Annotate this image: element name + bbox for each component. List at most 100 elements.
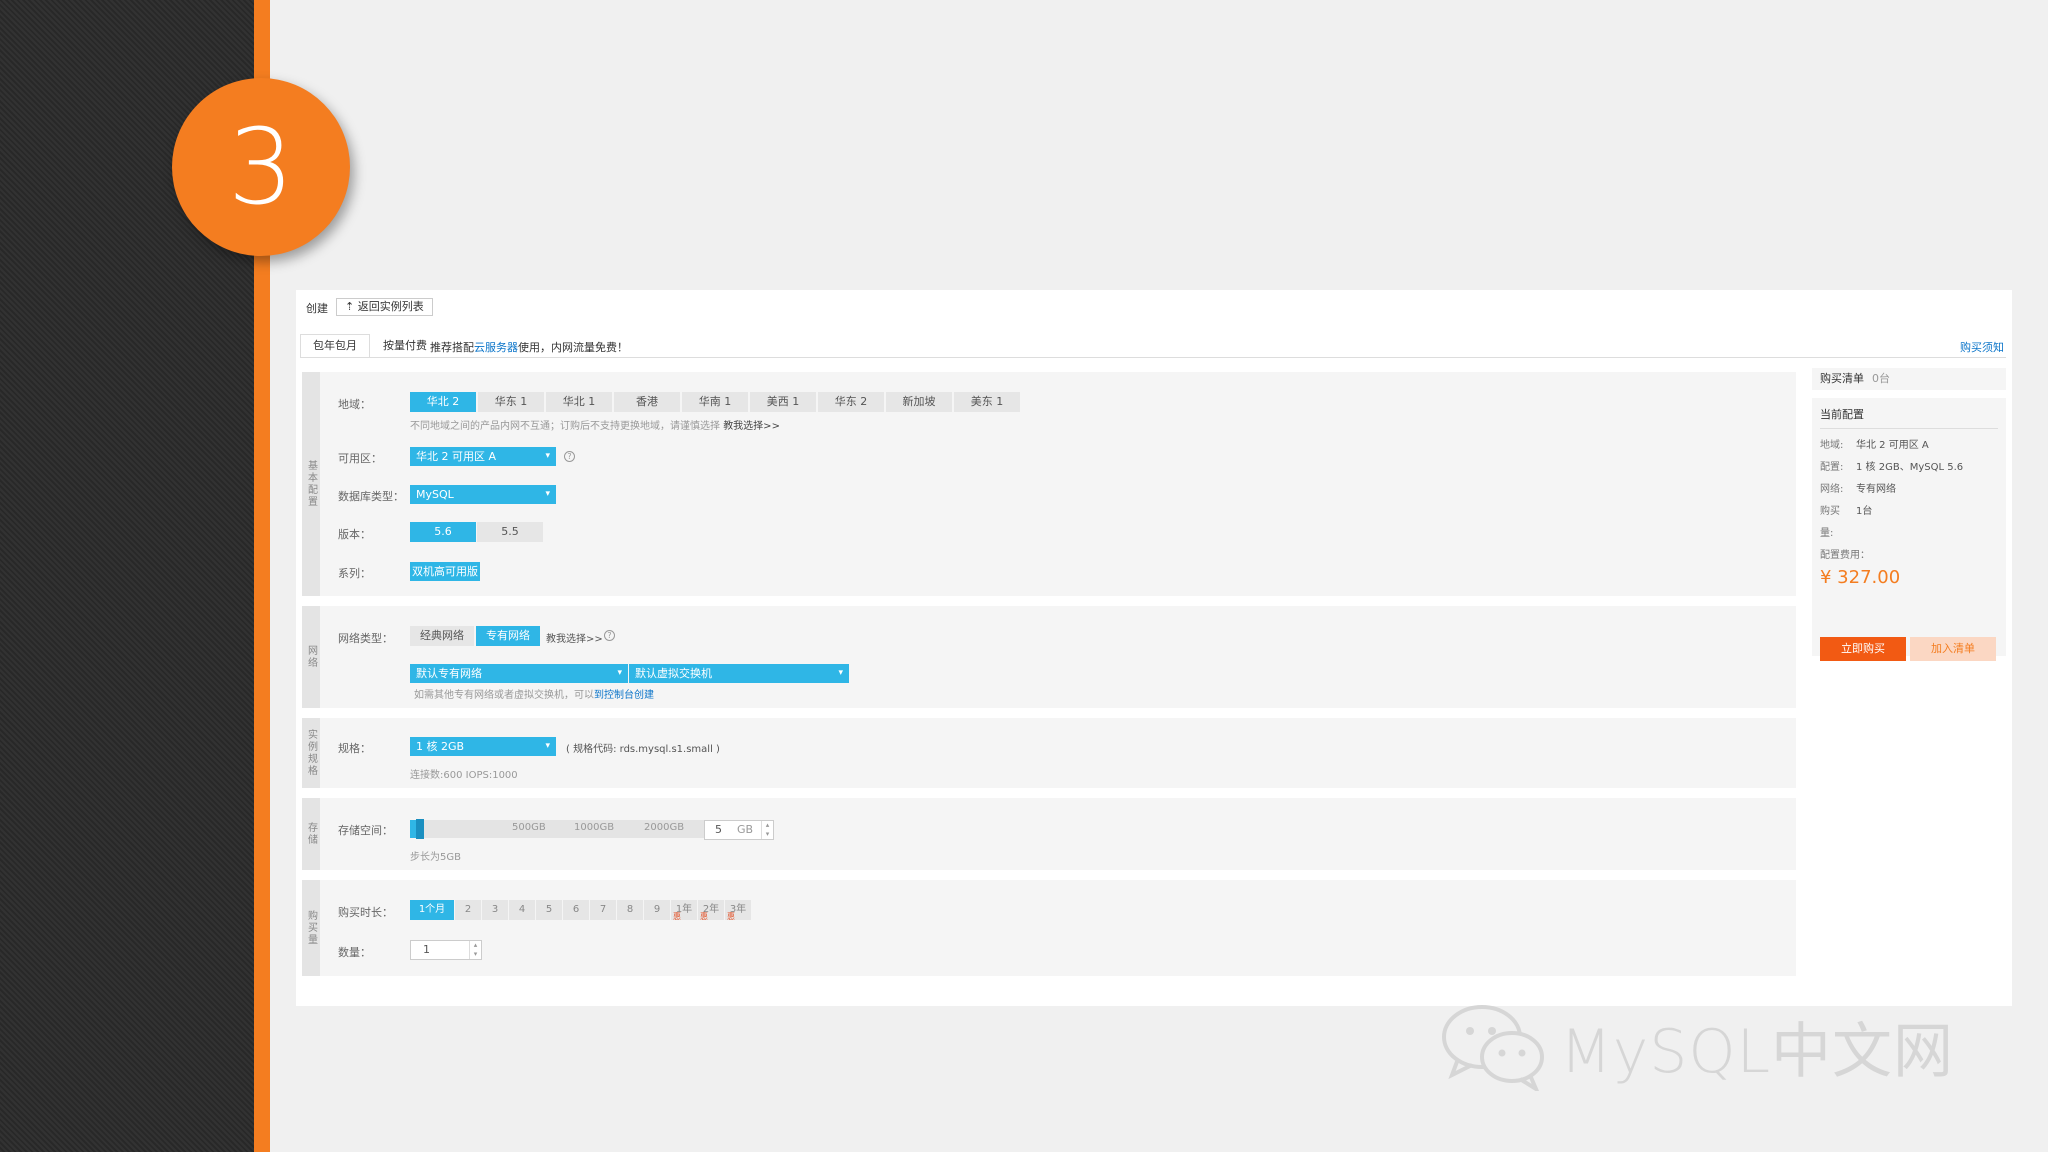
spec-detail: 连接数:600 IOPS:1000 — [410, 770, 518, 781]
zone-select[interactable]: 华北 2 可用区 A ▾ — [410, 447, 556, 466]
buy-now-button[interactable]: 立即购买 — [1820, 637, 1906, 661]
region-option[interactable]: 美东 1 — [954, 392, 1020, 412]
promo-prefix: 推荐搭配 — [430, 341, 474, 354]
section-network-bar: 网络 — [302, 606, 320, 708]
add-to-cart-button[interactable]: 加入清单 — [1910, 637, 1996, 661]
section-basic-bar: 基本配置 — [302, 372, 320, 596]
duration-option[interactable]: 1个月 — [410, 900, 454, 920]
series-label: 系列： — [338, 567, 371, 580]
back-to-list-label: 返回实例列表 — [357, 300, 424, 313]
console-create-link[interactable]: 到控制台创建 — [594, 690, 654, 701]
storage-input[interactable]: 5 GB ▴ ▾ — [704, 820, 774, 840]
section-purchase: 购买量 购买时长： 1个月 2 3 4 5 6 7 8 9 1年惠 2年惠 3年惠 数量： 1 ▴ ▾ — [302, 880, 1796, 976]
storage-value: 5 — [715, 823, 722, 836]
section-basic: 基本配置 地域： 华北 2 华东 1 华北 1 香港 华南 1 美西 1 华东 … — [302, 372, 1796, 596]
db-type-select[interactable]: MySQL ▾ — [410, 485, 556, 504]
config-value: 1 核 2GB、MySQL 5.6 — [1856, 462, 1964, 473]
region-option[interactable]: 华北 2 — [410, 392, 476, 412]
section-purchase-bar: 购买量 — [302, 880, 320, 976]
stepper-arrows-icon[interactable]: ▴ ▾ — [469, 941, 481, 959]
promo-ecs-link[interactable]: 云服务器 — [474, 341, 518, 354]
region-hint-text: 不同地域之间的产品内网不互通；订购后不支持更换地域，请谨慎选择 — [410, 421, 720, 432]
discount-badge-icon: 惠 — [700, 912, 708, 921]
cart-summary[interactable]: 购买清单 0台 — [1812, 368, 2006, 390]
duration-option[interactable]: 4 — [509, 900, 535, 920]
duration-option[interactable]: 5 — [536, 900, 562, 920]
region-option[interactable]: 香港 — [614, 392, 680, 412]
region-options: 华北 2 华东 1 华北 1 香港 华南 1 美西 1 华东 2 新加坡 美东 … — [410, 392, 1020, 412]
discount-badge-icon: 惠 — [673, 912, 681, 921]
duration-options: 1个月 2 3 4 5 6 7 8 9 1年惠 2年惠 3年惠 — [410, 900, 751, 921]
region-help-link[interactable]: 教我选择>> — [723, 421, 780, 432]
step-number-badge: 3 — [172, 78, 350, 256]
storage-tick: 1000GB — [574, 822, 615, 833]
help-icon[interactable]: ? — [604, 630, 615, 641]
duration-option-label: 4 — [518, 904, 526, 915]
spec-code: ( 规格代码: rds.mysql.s1.small ) — [566, 744, 720, 755]
tab-subscription[interactable]: 包年包月 — [300, 334, 370, 358]
promo-suffix: 使用，内网流量免费！ — [518, 341, 628, 354]
region-option[interactable]: 华东 2 — [818, 392, 884, 412]
duration-option[interactable]: 3年惠 — [725, 900, 751, 921]
region-option[interactable]: 美西 1 — [750, 392, 816, 412]
config-key: 网络: — [1820, 484, 1844, 495]
series-option[interactable]: 双机高可用版 — [410, 562, 480, 581]
storage-slider-handle[interactable] — [416, 819, 424, 839]
storage-tick: 2000GB — [644, 822, 685, 833]
duration-option[interactable]: 2 — [455, 900, 481, 920]
config-row: 购买 1台 — [1820, 502, 1998, 517]
storage-hint: 步长为5GB — [410, 852, 461, 863]
stepper-arrows-icon[interactable]: ▴ ▾ — [761, 821, 773, 839]
duration-option[interactable]: 1年惠 — [671, 900, 697, 921]
section-network: 网络 网络类型： 经典网络 专有网络 教我选择>> ? 默认专有网络 ▾ 默认虚拟… — [302, 606, 1796, 708]
help-icon[interactable]: ? — [564, 451, 575, 462]
config-key: 购买 — [1820, 506, 1840, 517]
duration-option[interactable]: 7 — [590, 900, 616, 920]
network-option-vpc[interactable]: 专有网络 — [476, 626, 540, 646]
spec-select[interactable]: 1 核 2GB ▾ — [410, 737, 556, 756]
duration-option[interactable]: 2年惠 — [698, 900, 724, 921]
duration-option[interactable]: 3 — [482, 900, 508, 920]
config-key: 配置费用： — [1820, 550, 1870, 561]
network-help-link[interactable]: 教我选择>> — [546, 630, 603, 645]
region-option[interactable]: 华北 1 — [546, 392, 612, 412]
network-option-classic[interactable]: 经典网络 — [410, 626, 474, 646]
current-config-title: 当前配置 — [1820, 406, 1998, 429]
quantity-input[interactable]: 1 ▴ ▾ — [410, 940, 482, 960]
config-key: 配置: — [1820, 462, 1844, 473]
network-type-label: 网络类型： — [338, 632, 393, 645]
config-value: 1台 — [1856, 506, 1873, 517]
version-option[interactable]: 5.5 — [477, 522, 543, 542]
region-option[interactable]: 华南 1 — [682, 392, 748, 412]
zone-label: 可用区： — [338, 452, 382, 465]
order-side-panel: 购买清单 0台 当前配置 地域: 华北 2 可用区 A 配置: 1 核 2GB、MySQ… — [1812, 368, 2006, 661]
duration-option[interactable]: 8 — [617, 900, 643, 920]
duration-option[interactable]: 9 — [644, 900, 670, 920]
quantity-value: 1 — [423, 943, 430, 956]
duration-option[interactable]: 6 — [563, 900, 589, 920]
region-option[interactable]: 华东 1 — [478, 392, 544, 412]
vswitch-select[interactable]: 默认虚拟交换机 ▾ — [629, 664, 849, 683]
vpc-select[interactable]: 默认专有网络 ▾ — [410, 664, 628, 683]
region-label: 地域： — [338, 398, 371, 411]
back-to-list-button[interactable]: ⇡ 返回实例列表 — [336, 298, 433, 316]
discount-badge-icon: 惠 — [727, 912, 735, 921]
rds-purchase-screenshot: 创建 ⇡ 返回实例列表 包年包月 按量付费 推荐搭配云服务器使用，内网流量免费！… — [296, 290, 2012, 1006]
billing-tabs: 包年包月 按量付费 — [300, 334, 440, 358]
zone-value: 华北 2 可用区 A — [416, 450, 497, 463]
wechat-watermark: MySQL中文网 — [1440, 996, 1954, 1096]
config-key: 地域: — [1820, 440, 1844, 451]
storage-unit: GB — [737, 823, 754, 836]
buy-notice-link[interactable]: 购买须知 — [1960, 339, 2004, 355]
promo-text: 推荐搭配云服务器使用，内网流量免费！ — [430, 339, 628, 355]
version-option[interactable]: 5.6 — [410, 522, 476, 542]
chevron-down-icon: ▾ — [545, 741, 550, 751]
region-hint: 不同地域之间的产品内网不互通；订购后不支持更换地域，请谨慎选择 教我选择>> — [410, 417, 780, 432]
page-title: 创建 — [306, 302, 328, 315]
config-row: 配置费用： — [1820, 546, 1998, 561]
region-option[interactable]: 新加坡 — [886, 392, 952, 412]
cart-count: 0台 — [1872, 372, 1890, 385]
wechat-icon — [1442, 1005, 1544, 1091]
db-type-value: MySQL — [416, 488, 454, 501]
quantity-label: 数量： — [338, 946, 371, 959]
